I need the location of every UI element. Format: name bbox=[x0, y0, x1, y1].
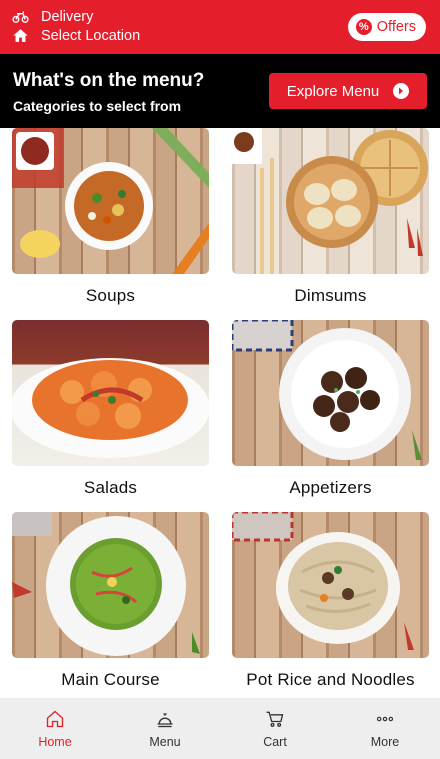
category-label: Main Course bbox=[61, 670, 160, 689]
home-icon bbox=[12, 27, 29, 44]
chevron-right-icon bbox=[393, 83, 410, 99]
explore-menu-button[interactable]: Explore Menu bbox=[269, 73, 427, 109]
bicycle-icon bbox=[12, 8, 29, 25]
offers-label: Offers bbox=[376, 19, 416, 35]
select-location[interactable]: Select Location bbox=[12, 27, 140, 44]
nav-menu-label: Menu bbox=[149, 735, 181, 749]
category-label: Salads bbox=[83, 478, 138, 497]
delivery-mode[interactable]: Delivery bbox=[12, 8, 93, 25]
top-header: Delivery Select Location % Offers bbox=[0, 0, 440, 54]
location-label: Select Location bbox=[41, 27, 141, 44]
category-label: Pot Rice and Noodles bbox=[246, 670, 415, 689]
category-card-dimsums[interactable]: Dimsums bbox=[232, 128, 429, 306]
category-card-soups[interactable]: Soups bbox=[12, 128, 209, 306]
offers-button[interactable]: % Offers bbox=[347, 13, 426, 41]
cart-icon bbox=[265, 709, 285, 735]
nav-cart-label: Cart bbox=[263, 735, 287, 749]
salads-image bbox=[12, 320, 209, 466]
nav-more-label: More bbox=[370, 735, 400, 749]
pot-rice-noodles-image bbox=[232, 512, 429, 658]
banner-subtitle: Categories to select from bbox=[13, 98, 182, 114]
more-dots-icon bbox=[375, 709, 395, 735]
category-label: Appetizers bbox=[289, 478, 372, 497]
delivery-label: Delivery bbox=[41, 8, 94, 25]
nav-cart[interactable]: Cart bbox=[220, 698, 330, 759]
percent-badge-icon: % bbox=[355, 19, 372, 35]
cloche-icon bbox=[155, 709, 175, 735]
soups-image bbox=[12, 128, 209, 274]
category-label: Soups bbox=[85, 286, 136, 305]
nav-menu[interactable]: Menu bbox=[110, 698, 220, 759]
category-card-pot-rice-noodles[interactable]: Pot Rice and Noodles bbox=[232, 512, 429, 690]
bottom-navigation: Home Menu Cart More bbox=[0, 698, 440, 759]
nav-more[interactable]: More bbox=[330, 698, 440, 759]
nav-home-label: Home bbox=[38, 735, 72, 749]
appetizers-image bbox=[232, 320, 429, 466]
main-course-image bbox=[12, 512, 209, 658]
nav-home[interactable]: Home bbox=[0, 698, 110, 759]
banner-title: What's on the menu? bbox=[13, 70, 205, 91]
category-card-salads[interactable]: Salads bbox=[12, 320, 209, 498]
home-icon bbox=[45, 709, 65, 735]
explore-menu-label: Explore Menu bbox=[286, 82, 380, 100]
dimsums-image bbox=[232, 128, 429, 274]
category-card-main-course[interactable]: Main Course bbox=[12, 512, 209, 690]
category-label: Dimsums bbox=[294, 286, 367, 305]
category-card-appetizers[interactable]: Appetizers bbox=[232, 320, 429, 498]
menu-banner: What's on the menu? Categories to select… bbox=[0, 54, 440, 128]
category-grid: Soups Dimsums Salads Appetizers Main Cou… bbox=[0, 128, 440, 698]
